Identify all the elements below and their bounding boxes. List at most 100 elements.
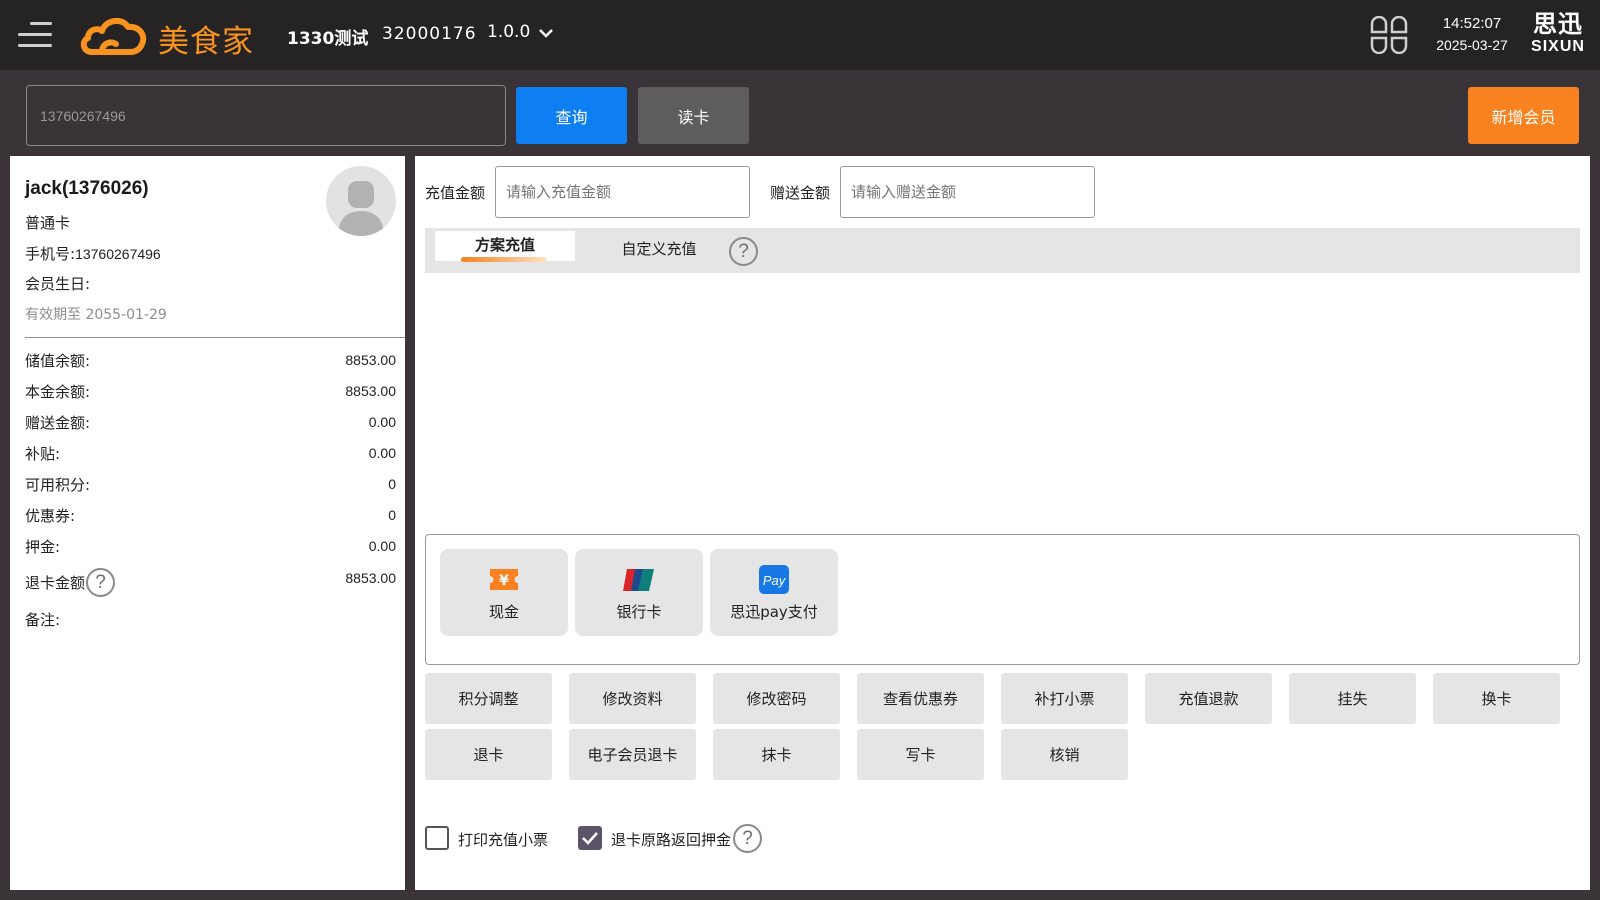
brand-cn: 思迅 — [1533, 10, 1583, 38]
phone-label: 手机号: — [25, 245, 76, 263]
payment-methods: ¥ 现金 银行卡 Pay 思迅pay支付 — [425, 534, 1580, 665]
top-bar: 美食家 1330测试 32000176 1.0.0 14:52:07 2025-… — [0, 0, 1600, 70]
stat-row: 本金余额: 8853.00 — [25, 379, 396, 403]
recharge-tabs: 方案充值 自定义充值 ? — [425, 228, 1580, 273]
view-coupons-button[interactable]: 查看优惠券 — [857, 673, 984, 724]
print-receipt-label: 打印充值小票 — [458, 831, 549, 849]
stat-label: 可用积分: — [25, 475, 91, 494]
birthday-label: 会员生日: — [25, 275, 91, 293]
points-adjust-button[interactable]: 积分调整 — [425, 673, 552, 724]
edit-profile-button[interactable]: 修改资料 — [569, 673, 696, 724]
refund-deposit-checkbox[interactable] — [578, 826, 602, 850]
stat-row: 优惠券: 0 — [25, 503, 396, 527]
stat-row: 补贴: 0.00 — [25, 441, 396, 465]
stat-value: 0.00 — [368, 445, 396, 461]
verify-button[interactable]: 核销 — [1001, 729, 1128, 780]
version-label: 1.0.0 — [487, 22, 531, 42]
stat-label: 本金余额: — [25, 382, 91, 401]
brand-en: SIXUN — [1531, 38, 1585, 55]
refund-amount-label: 退卡金额 — [25, 574, 86, 592]
expiry-date: 有效期至 2055-01-29 — [25, 307, 167, 323]
checkmark-icon — [582, 832, 598, 845]
change-password-button[interactable]: 修改密码 — [713, 673, 840, 724]
stat-label: 赠送金额: — [25, 413, 91, 432]
remark-label: 备注: — [25, 611, 61, 629]
recharge-amount-label: 充值金额 — [425, 184, 486, 202]
stat-value: 0.00 — [368, 538, 396, 554]
stat-value: 0 — [388, 507, 396, 523]
member-name: jack(1376026) — [25, 178, 149, 199]
pay-label: 思迅pay支付 — [730, 603, 818, 621]
store-id: 32000176 — [382, 24, 477, 44]
recharge-amount-input[interactable] — [495, 166, 750, 218]
recharge-refund-button[interactable]: 充值退款 — [1145, 673, 1272, 724]
reprint-receipt-button[interactable]: 补打小票 — [1001, 673, 1128, 724]
pay-bank-card-button[interactable]: 银行卡 — [575, 549, 703, 636]
pay-label: 现金 — [488, 603, 519, 621]
version-dropdown[interactable]: 1.0.0 — [487, 22, 554, 42]
pay-sixun-pay-button[interactable]: Pay 思迅pay支付 — [710, 549, 838, 636]
recharge-panel: 充值金额 赠送金额 方案充值 自定义充值 ? ¥ 现金 银行卡 — [415, 156, 1590, 890]
replace-card-button[interactable]: 换卡 — [1433, 673, 1560, 724]
chevron-down-icon — [539, 29, 554, 38]
report-loss-button[interactable]: 挂失 — [1289, 673, 1416, 724]
svg-text:¥: ¥ — [499, 573, 509, 589]
menu-icon[interactable] — [18, 18, 52, 52]
stat-label: 押金: — [25, 537, 61, 556]
gift-amount-input[interactable] — [840, 166, 1095, 218]
tab-custom-recharge[interactable]: 自定义充值 — [599, 238, 719, 259]
stat-row: 可用积分: 0 — [25, 472, 396, 496]
stat-value: 0.00 — [368, 414, 396, 430]
stat-label: 储值余额: — [25, 351, 91, 370]
add-member-button[interactable]: 新增会员 — [1468, 87, 1579, 144]
tab-label: 方案充值 — [474, 236, 535, 254]
recharge-help-icon[interactable]: ? — [729, 237, 758, 266]
tab-plan-recharge[interactable]: 方案充值 — [435, 231, 575, 262]
svg-text:Pay: Pay — [763, 573, 787, 588]
write-card-button[interactable]: 写卡 — [857, 729, 984, 780]
phone-value: 13760267496 — [75, 246, 161, 262]
cash-icon: ¥ — [490, 569, 518, 590]
refund-amount-row: 退卡金额 ? 8853.00 — [25, 566, 396, 598]
return-card-button[interactable]: 退卡 — [425, 729, 552, 780]
query-button[interactable]: 查询 — [516, 87, 627, 144]
stat-row: 储值余额: 8853.00 — [25, 348, 396, 372]
stat-label: 补贴: — [25, 444, 61, 463]
user-avatar-icon — [338, 181, 384, 236]
clock: 14:52:07 2025-03-27 — [1432, 15, 1512, 53]
card-type: 普通卡 — [25, 214, 71, 232]
clock-time: 14:52:07 — [1442, 15, 1502, 32]
pay-cash-button[interactable]: ¥ 现金 — [440, 549, 568, 636]
print-receipt-checkbox[interactable] — [425, 826, 449, 850]
app-logo-text: 美食家 — [158, 24, 254, 60]
stat-row: 押金: 0.00 — [25, 534, 396, 558]
unionpay-icon — [623, 569, 654, 591]
apps-grid-icon[interactable] — [1370, 16, 1408, 54]
cloud-logo-icon — [80, 17, 147, 55]
refund-help-icon[interactable]: ? — [86, 568, 116, 597]
e-member-return-card-button[interactable]: 电子会员退卡 — [569, 729, 696, 780]
pay-label: 银行卡 — [616, 603, 662, 621]
divider — [25, 337, 405, 338]
store-name: 1330测试 — [287, 29, 369, 49]
sixun-pay-icon: Pay — [759, 565, 789, 594]
erase-card-button[interactable]: 抹卡 — [713, 729, 840, 780]
read-card-button[interactable]: 读卡 — [638, 87, 749, 144]
refund-amount-value: 8853.00 — [345, 570, 396, 586]
active-tab-indicator — [461, 257, 547, 262]
member-search-input[interactable] — [26, 85, 506, 146]
phone-row: 手机号:13760267496 — [25, 243, 161, 264]
stat-value: 8853.00 — [345, 383, 396, 399]
stat-value: 8853.00 — [345, 352, 396, 368]
member-info-panel: jack(1376026) 普通卡 手机号:13760267496 会员生日: … — [10, 156, 405, 890]
stat-label: 优惠券: — [25, 506, 76, 525]
gift-amount-label: 赠送金额 — [770, 184, 831, 202]
avatar — [326, 166, 396, 236]
stat-value: 0 — [388, 476, 396, 492]
deposit-help-icon[interactable]: ? — [733, 824, 762, 853]
brand-logo: 思迅 SIXUN — [1522, 10, 1594, 60]
refund-label-wrap: 退卡金额 ? — [25, 568, 116, 597]
stat-row: 赠送金额: 0.00 — [25, 410, 396, 434]
refund-deposit-label: 退卡原路返回押金 — [611, 831, 732, 849]
clock-date: 2025-03-27 — [1436, 37, 1508, 53]
